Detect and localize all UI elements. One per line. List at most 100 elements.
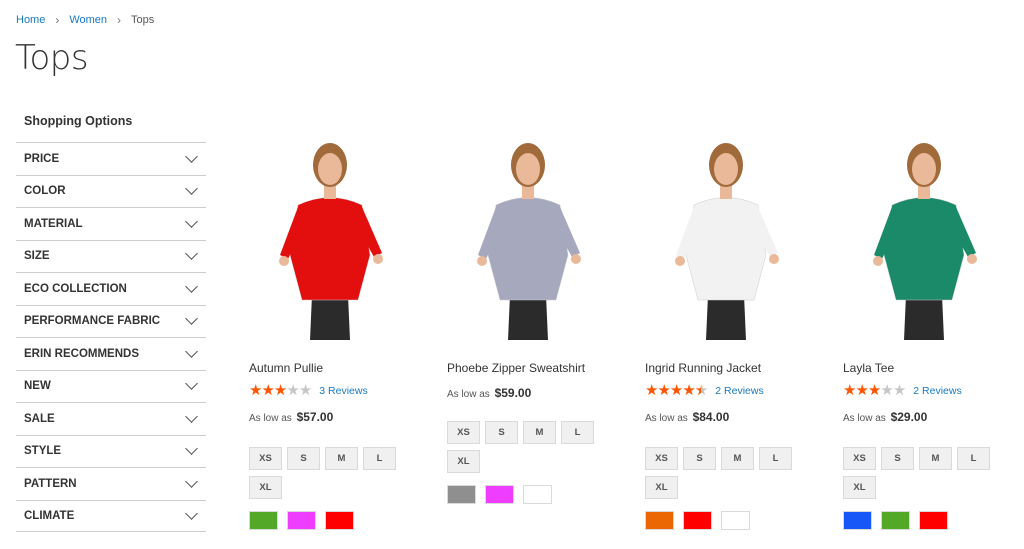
filter-label: ERIN RECOMMENDS — [24, 347, 140, 360]
size-option-s[interactable]: S — [485, 421, 518, 444]
chevron-down-icon — [185, 279, 198, 293]
color-swatch[interactable] — [287, 511, 316, 530]
product-image[interactable] — [834, 135, 1014, 355]
size-option-l[interactable]: L — [363, 447, 396, 470]
price-value: $59.00 — [494, 386, 532, 400]
filter-sale[interactable]: SALE — [16, 402, 206, 435]
product-card: Ingrid Running Jacket ★★★★★★ 2 Reviews As l… — [636, 135, 816, 530]
filter-label: PERFORMANCE FABRIC — [24, 315, 161, 328]
filter-erin-recommends[interactable]: ERIN RECOMMENDS — [16, 337, 206, 370]
product-name-link[interactable]: Autumn Pullie — [249, 361, 323, 375]
color-swatch[interactable] — [881, 511, 910, 530]
filter-label: STYLE — [24, 445, 62, 458]
breadcrumb: Home › Women › Tops — [16, 13, 154, 27]
color-swatch[interactable] — [485, 485, 514, 504]
size-option-xl[interactable]: XL — [645, 476, 678, 499]
product-card: Phoebe Zipper Sweatshirt As low as $59.00… — [438, 135, 618, 504]
price-value: $57.00 — [296, 410, 334, 424]
filter-label: CLIMATE — [24, 509, 75, 522]
color-swatch[interactable] — [721, 511, 750, 530]
shopping-options-sidebar: Shopping Options PRICE COLOR MATERIAL SIZE E… — [16, 110, 206, 532]
size-swatches: XS S M L XL — [249, 447, 419, 499]
size-option-l[interactable]: L — [561, 421, 594, 444]
size-option-s[interactable]: S — [881, 447, 914, 470]
shopping-options-title: Shopping Options — [24, 114, 133, 128]
color-swatches — [645, 511, 750, 530]
product-card: Layla Tee ★★★★★ 2 Reviews As low as $29.00 X… — [834, 135, 1014, 530]
color-swatch[interactable] — [919, 511, 948, 530]
product-price: As low as $57.00 — [249, 410, 333, 424]
reviews-link[interactable]: 3 Reviews — [319, 385, 367, 397]
color-swatch[interactable] — [523, 485, 552, 504]
chevron-down-icon — [185, 312, 198, 326]
chevron-down-icon — [185, 442, 198, 456]
breadcrumb-home-link[interactable]: Home — [16, 14, 45, 26]
product-rating: ★★★★★ 3 Reviews — [249, 383, 368, 398]
size-option-xs[interactable]: XS — [843, 447, 876, 470]
size-option-m[interactable]: M — [523, 421, 556, 444]
product-image[interactable] — [240, 135, 420, 355]
filter-style[interactable]: STYLE — [16, 434, 206, 468]
color-swatch[interactable] — [325, 511, 354, 530]
size-option-m[interactable]: M — [325, 447, 358, 470]
product-price: As low as $59.00 — [447, 386, 531, 400]
color-swatch[interactable] — [645, 511, 674, 530]
filter-performance-fabric[interactable]: PERFORMANCE FABRIC — [16, 304, 206, 338]
size-option-xs[interactable]: XS — [249, 447, 282, 470]
size-option-s[interactable]: S — [683, 447, 716, 470]
product-name-link[interactable]: Layla Tee — [843, 361, 894, 375]
filter-price[interactable]: PRICE — [16, 142, 206, 175]
price-value: $29.00 — [890, 410, 928, 424]
filter-label: PRICE — [24, 152, 60, 165]
chevron-down-icon — [185, 149, 198, 163]
product-name-link[interactable]: Ingrid Running Jacket — [645, 361, 761, 375]
breadcrumb-women-link[interactable]: Women — [69, 14, 107, 26]
star-rating-icon: ★★★★★ — [249, 382, 312, 399]
price-prefix: As low as — [447, 389, 490, 400]
filter-label: SIZE — [24, 250, 50, 263]
filter-color[interactable]: COLOR — [16, 174, 206, 208]
filter-list: PRICE COLOR MATERIAL SIZE ECO COLLECTION PERF… — [16, 142, 206, 532]
filter-pattern[interactable]: PATTERN — [16, 467, 206, 500]
product-image[interactable] — [438, 135, 618, 355]
breadcrumb-current: Tops — [131, 14, 155, 26]
chevron-down-icon — [185, 247, 198, 261]
page-title: Tops — [15, 38, 89, 78]
product-name-link[interactable]: Phoebe Zipper Sweatshirt — [447, 361, 585, 375]
size-swatches: XS S M L XL — [843, 447, 1013, 499]
filter-material[interactable]: MATERIAL — [16, 207, 206, 240]
color-swatch[interactable] — [249, 511, 278, 530]
filter-climate[interactable]: CLIMATE — [16, 499, 206, 532]
product-rating: ★★★★★ 2 Reviews — [843, 383, 962, 398]
size-option-l[interactable]: L — [759, 447, 792, 470]
size-swatches: XS S M L XL — [447, 421, 617, 473]
filter-eco-collection[interactable]: ECO COLLECTION — [16, 272, 206, 305]
size-option-m[interactable]: M — [721, 447, 754, 470]
size-swatches: XS S M L XL — [645, 447, 815, 499]
chevron-down-icon — [185, 344, 198, 358]
price-prefix: As low as — [645, 413, 688, 424]
color-swatch[interactable] — [843, 511, 872, 530]
size-option-xl[interactable]: XL — [447, 450, 480, 473]
product-image[interactable] — [636, 135, 816, 355]
filter-label: MATERIAL — [24, 217, 83, 230]
chevron-down-icon — [185, 409, 198, 423]
size-option-xs[interactable]: XS — [645, 447, 678, 470]
color-swatch[interactable] — [683, 511, 712, 530]
reviews-link[interactable]: 2 Reviews — [913, 385, 961, 397]
reviews-link[interactable]: 2 Reviews — [715, 385, 763, 397]
price-prefix: As low as — [249, 413, 292, 424]
size-option-s[interactable]: S — [287, 447, 320, 470]
color-swatch[interactable] — [447, 485, 476, 504]
price-value: $84.00 — [692, 410, 730, 424]
filter-size[interactable]: SIZE — [16, 239, 206, 273]
size-option-m[interactable]: M — [919, 447, 952, 470]
star-rating-icon: ★★★★★★ — [645, 382, 708, 399]
price-prefix: As low as — [843, 413, 886, 424]
size-option-l[interactable]: L — [957, 447, 990, 470]
size-option-xs[interactable]: XS — [447, 421, 480, 444]
size-option-xl[interactable]: XL — [843, 476, 876, 499]
product-price: As low as $29.00 — [843, 410, 927, 424]
filter-new[interactable]: NEW — [16, 369, 206, 403]
size-option-xl[interactable]: XL — [249, 476, 282, 499]
